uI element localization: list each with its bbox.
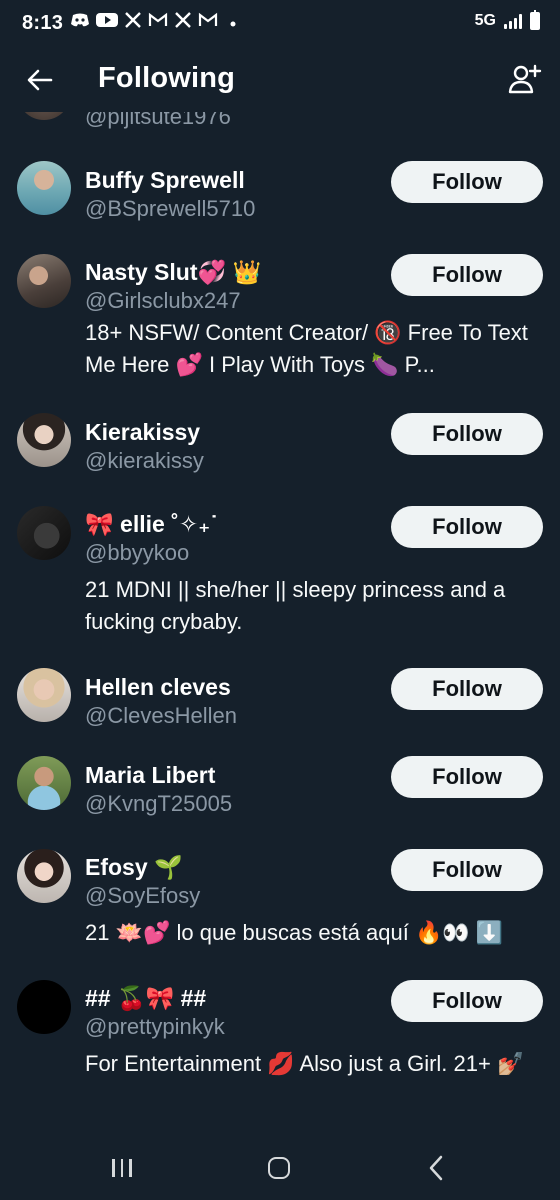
list-item[interactable]: Kierakissy @kierakissy Follow xyxy=(0,407,560,487)
user-handle: @SoyEfosy xyxy=(85,883,201,908)
list-item[interactable]: Nasty Slut💞 👑 @Girlsclubx247 18+ NSFW/ C… xyxy=(0,248,560,388)
notification-icons xyxy=(70,11,242,34)
header: Following xyxy=(0,50,560,112)
user-handle: @prettypinkyk xyxy=(85,1014,225,1039)
user-name: Nasty Slut💞 👑 xyxy=(85,259,262,285)
status-right: 5G xyxy=(474,10,540,30)
follow-button[interactable]: Follow xyxy=(391,668,543,710)
follow-button[interactable]: Follow xyxy=(391,849,543,891)
user-name: Maria Libert xyxy=(85,762,216,788)
avatar[interactable] xyxy=(17,756,71,810)
gmail-icon xyxy=(148,12,168,33)
user-handle: @Girlsclubx247 xyxy=(85,288,241,313)
add-user-icon xyxy=(508,64,542,94)
page-title: Following xyxy=(98,62,236,94)
system-nav-bar xyxy=(0,1135,560,1200)
user-handle: @KvngT25005 xyxy=(85,791,233,816)
user-handle: @BSprewell5710 xyxy=(85,196,256,221)
add-user-button[interactable] xyxy=(504,58,546,100)
user-bio: 21 MDNI || she/her || sleepy princess an… xyxy=(85,577,506,634)
user-name: Efosy 🌱 xyxy=(85,854,183,880)
list-item[interactable]: ## 🍒🎀 ## @prettypinkyk For Entertainment… xyxy=(0,974,560,1114)
signal-icon xyxy=(504,13,522,29)
follow-button[interactable]: Follow xyxy=(391,506,543,548)
user-bio: 21 🪷💕 lo que buscas está aquí 🔥👀 ⬇️ xyxy=(85,920,504,945)
gmail-icon xyxy=(198,12,218,33)
battery-icon xyxy=(530,10,540,30)
user-handle: @ClevesHellen xyxy=(85,703,237,728)
user-handle: @kierakissy xyxy=(85,448,204,473)
avatar[interactable] xyxy=(17,254,71,308)
x-icon xyxy=(124,11,142,34)
user-name: Hellen cleves xyxy=(85,674,231,700)
discord-icon xyxy=(70,12,90,33)
user-name: Kierakissy xyxy=(85,419,201,445)
follow-button[interactable]: Follow xyxy=(391,161,543,203)
network-label: 5G xyxy=(474,12,496,29)
list-item[interactable]: Efosy 🌱 @SoyEfosy 21 🪷💕 lo que buscas es… xyxy=(0,843,560,963)
avatar[interactable] xyxy=(17,668,71,722)
avatar[interactable] xyxy=(17,980,71,1034)
follow-button[interactable]: Follow xyxy=(391,980,543,1022)
status-bar: 8:13 5G xyxy=(0,0,560,50)
avatar[interactable] xyxy=(17,413,71,467)
list-item[interactable]: Buffy Sprewell @BSprewell5710 Follow xyxy=(0,155,560,235)
follow-button[interactable]: Follow xyxy=(391,756,543,798)
user-name: 🎀 ellie ˚✧₊˙ xyxy=(85,511,218,537)
back-button[interactable] xyxy=(20,60,60,100)
list-item[interactable]: 🎀 ellie ˚✧₊˙ @bbyykoo 21 MDNI || she/her… xyxy=(0,500,560,640)
dot-icon xyxy=(224,13,242,33)
x-icon xyxy=(174,11,192,34)
avatar[interactable] xyxy=(17,506,71,560)
system-back-button[interactable] xyxy=(428,1155,444,1186)
list-item[interactable]: Maria Libert @KvngT25005 Follow xyxy=(0,750,560,830)
status-time: 8:13 xyxy=(22,12,64,34)
chevron-left-icon xyxy=(429,1155,443,1181)
user-name: Buffy Sprewell xyxy=(85,167,245,193)
user-bio: 18+ NSFW/ Content Creator/ 🔞 Free To Tex… xyxy=(85,320,528,377)
user-handle: @bbyykoo xyxy=(85,540,190,565)
user-name: ## 🍒🎀 ## xyxy=(85,985,207,1011)
home-button[interactable] xyxy=(268,1157,290,1179)
follow-button[interactable]: Follow xyxy=(391,254,543,296)
user-bio: For Entertainment 💋 Also just a Girl. 21… xyxy=(85,1051,525,1076)
follow-button[interactable]: Follow xyxy=(391,413,543,455)
avatar[interactable] xyxy=(17,161,71,215)
youtube-icon xyxy=(96,12,118,33)
avatar[interactable] xyxy=(17,849,71,903)
arrow-left-icon xyxy=(27,69,53,91)
list-item[interactable]: Hellen cleves @ClevesHellen Follow xyxy=(0,662,560,742)
recent-apps-button[interactable] xyxy=(112,1159,132,1177)
